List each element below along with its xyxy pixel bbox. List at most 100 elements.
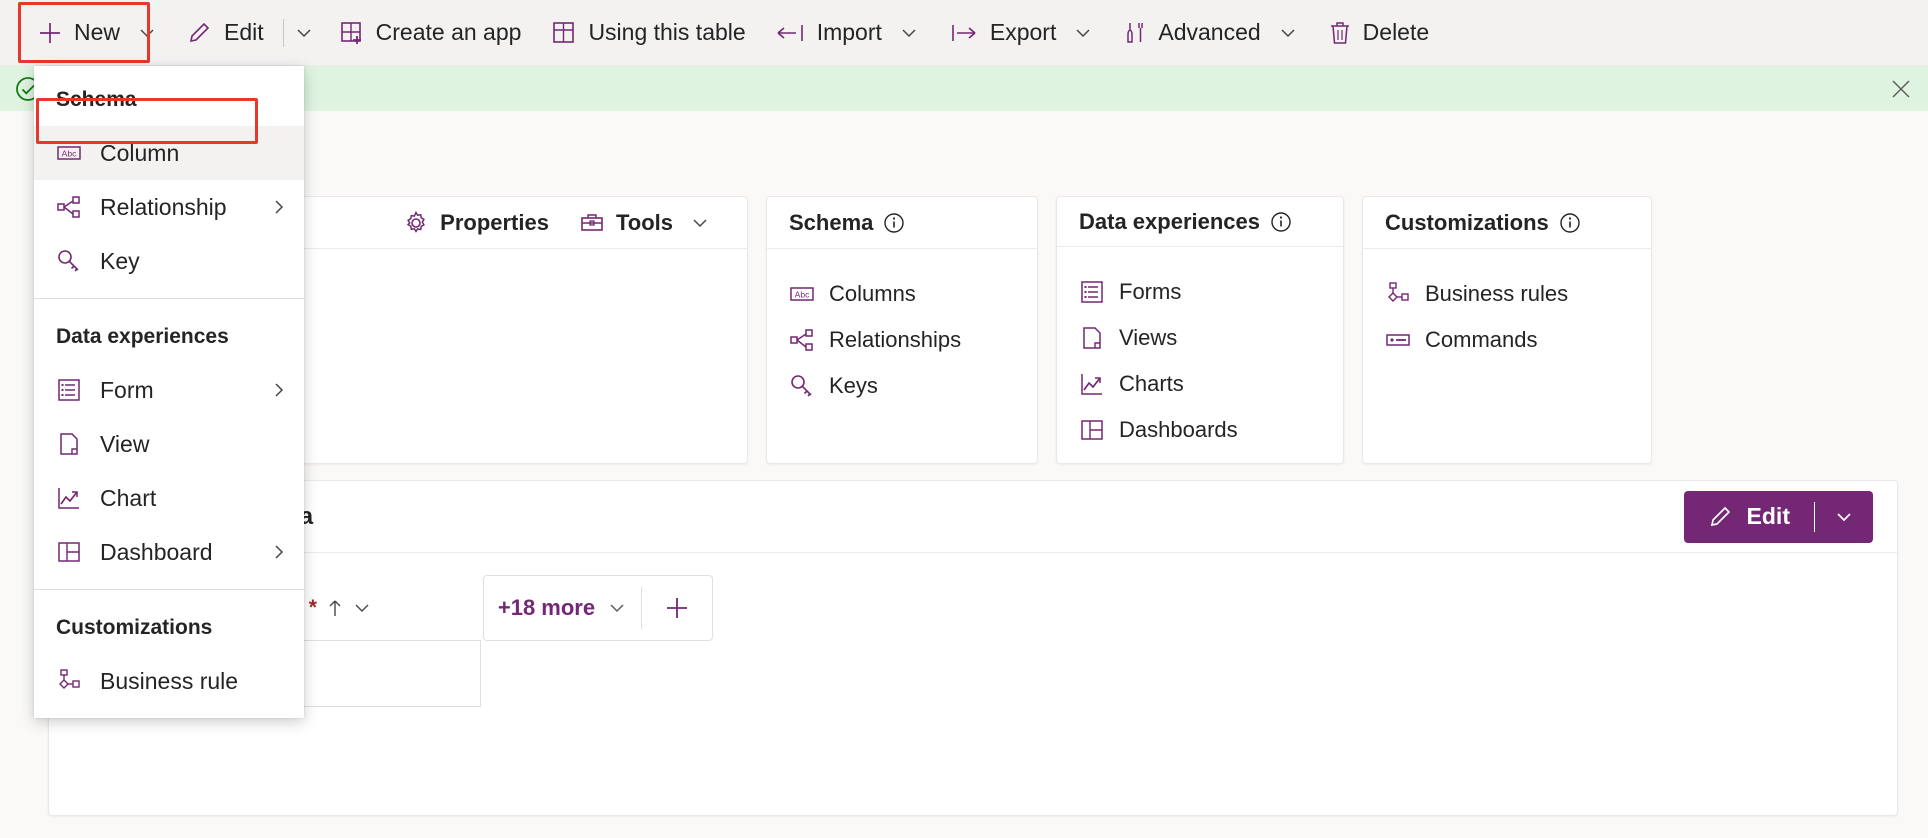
import-arrow-icon	[776, 20, 806, 46]
commands-icon	[1385, 327, 1411, 353]
key-icon	[789, 373, 815, 399]
chevron-down-icon	[607, 598, 627, 618]
menu-group-title-schema: Schema	[56, 88, 137, 111]
edit-button[interactable]: Edit	[172, 6, 279, 60]
menu-item-label: Chart	[100, 484, 157, 511]
toolbox-icon	[579, 210, 605, 236]
advanced-button[interactable]: Advanced	[1108, 6, 1312, 60]
properties-button[interactable]: Properties	[388, 201, 564, 245]
new-dropdown-menu: Schema Abc Column Relationship Key Data …	[34, 66, 304, 718]
form-icon	[1079, 279, 1105, 305]
schema-link-relationships[interactable]: Relationships	[789, 317, 1015, 363]
edit-button-label: Edit	[224, 19, 264, 45]
customizations-link-label: Business rules	[1425, 281, 1569, 306]
data-grid: Abc File identifier * Enter text	[49, 553, 1897, 707]
chevron-right-icon	[270, 198, 288, 216]
menu-group-title-data-experiences: Data experiences	[56, 325, 229, 348]
data-experiences-card-header: Data experiences	[1057, 197, 1343, 247]
edit-data-dropdown-button[interactable]	[1815, 506, 1873, 528]
data-experiences-card-body: Forms Views Charts Dashboards	[1057, 247, 1343, 463]
abc-column-icon: Abc	[56, 140, 82, 166]
schema-link-columns[interactable]: Abc Columns	[789, 271, 1015, 317]
chevron-down-icon	[1278, 23, 1298, 43]
data-experiences-link-label: Forms	[1119, 279, 1182, 304]
schema-card-title: Schema	[789, 209, 874, 235]
menu-item-relationship[interactable]: Relationship	[34, 180, 304, 234]
data-experiences-link-forms[interactable]: Forms	[1079, 269, 1321, 315]
export-label: Export	[989, 19, 1057, 45]
schema-card-header: Schema	[767, 197, 1037, 249]
trash-icon	[1328, 20, 1352, 46]
data-experiences-link-label: Views	[1119, 325, 1178, 350]
add-column-button[interactable]	[642, 594, 712, 622]
chevron-down-icon	[690, 213, 710, 233]
tools-button[interactable]: Tools	[564, 201, 725, 245]
form-icon	[56, 377, 82, 403]
business-rule-icon	[1385, 281, 1411, 307]
menu-item-key[interactable]: Key	[34, 234, 304, 288]
columns-and-data-header: s columns and data Edit	[49, 481, 1897, 553]
grid-more-columns-box: +18 more	[483, 575, 713, 641]
schema-card: Schema Abc Columns Relationships Keys	[766, 196, 1038, 464]
info-icon[interactable]	[883, 212, 905, 234]
edit-data-button-label: Edit	[1746, 503, 1790, 529]
create-an-app-label: Create an app	[375, 19, 522, 45]
edit-data-button[interactable]: Edit	[1683, 490, 1873, 543]
customizations-card-header: Customizations	[1363, 197, 1651, 249]
pencil-icon	[1708, 504, 1734, 530]
new-button-label: New	[74, 19, 121, 45]
info-icon[interactable]	[1270, 211, 1292, 233]
menu-item-label: Dashboard	[100, 538, 213, 565]
customizations-card-body: Business rules Commands	[1363, 249, 1651, 463]
export-button[interactable]: Export	[934, 6, 1108, 60]
create-an-app-button[interactable]: Create an app	[324, 6, 537, 60]
edit-dropdown-button[interactable]	[288, 6, 324, 60]
menu-item-chart[interactable]: Chart	[34, 471, 304, 525]
relationship-icon	[789, 327, 815, 353]
sort-ascending-icon[interactable]	[327, 598, 343, 618]
import-button[interactable]: Import	[761, 6, 934, 60]
chevron-down-icon	[1073, 23, 1093, 43]
schema-link-label: Relationships	[829, 327, 962, 352]
menu-item-label: Form	[100, 376, 154, 403]
schema-link-keys[interactable]: Keys	[789, 363, 1015, 409]
close-icon[interactable]	[1890, 78, 1912, 100]
customizations-card: Customizations Business rules Commands	[1362, 196, 1652, 464]
menu-divider	[34, 589, 304, 590]
menu-item-label: Key	[100, 247, 140, 274]
plus-icon	[37, 20, 63, 46]
delete-button[interactable]: Delete	[1313, 6, 1444, 60]
menu-item-label: Relationship	[100, 193, 227, 220]
table-icon	[551, 20, 577, 46]
divider	[282, 18, 284, 47]
customizations-link-commands[interactable]: Commands	[1385, 317, 1629, 363]
schema-link-label: Keys	[829, 373, 878, 398]
info-icon[interactable]	[1559, 212, 1581, 234]
more-columns-button[interactable]: +18 more	[484, 595, 641, 621]
using-this-table-button[interactable]: Using this table	[536, 6, 760, 60]
chart-icon	[1079, 371, 1105, 397]
chevron-down-icon	[1833, 506, 1855, 528]
data-experiences-link-charts[interactable]: Charts	[1079, 361, 1321, 407]
columns-and-data-section: s columns and data Edit	[48, 480, 1898, 816]
chevron-down-icon	[899, 23, 919, 43]
data-experiences-link-dashboards[interactable]: Dashboards	[1079, 407, 1321, 453]
data-experiences-link-views[interactable]: Views	[1079, 315, 1321, 361]
view-icon	[1079, 325, 1105, 351]
menu-item-dashboard[interactable]: Dashboard	[34, 525, 304, 579]
new-button[interactable]: New	[22, 6, 172, 60]
customizations-link-business-rules[interactable]: Business rules	[1385, 271, 1629, 317]
menu-item-column[interactable]: Abc Column	[34, 126, 304, 180]
import-label: Import	[816, 19, 882, 45]
abc-column-icon: Abc	[789, 281, 815, 307]
more-columns-label: +18 more	[497, 595, 596, 620]
delete-label: Delete	[1362, 19, 1430, 45]
menu-group-title-customizations: Customizations	[56, 616, 213, 639]
menu-item-form[interactable]: Form	[34, 363, 304, 417]
menu-item-view[interactable]: View	[34, 417, 304, 471]
chevron-down-icon[interactable]	[353, 599, 371, 617]
required-marker: *	[308, 595, 317, 619]
svg-text:Abc: Abc	[795, 290, 810, 300]
menu-item-business-rule[interactable]: Business rule	[34, 654, 304, 708]
edit-data-button-main[interactable]: Edit	[1684, 503, 1814, 530]
